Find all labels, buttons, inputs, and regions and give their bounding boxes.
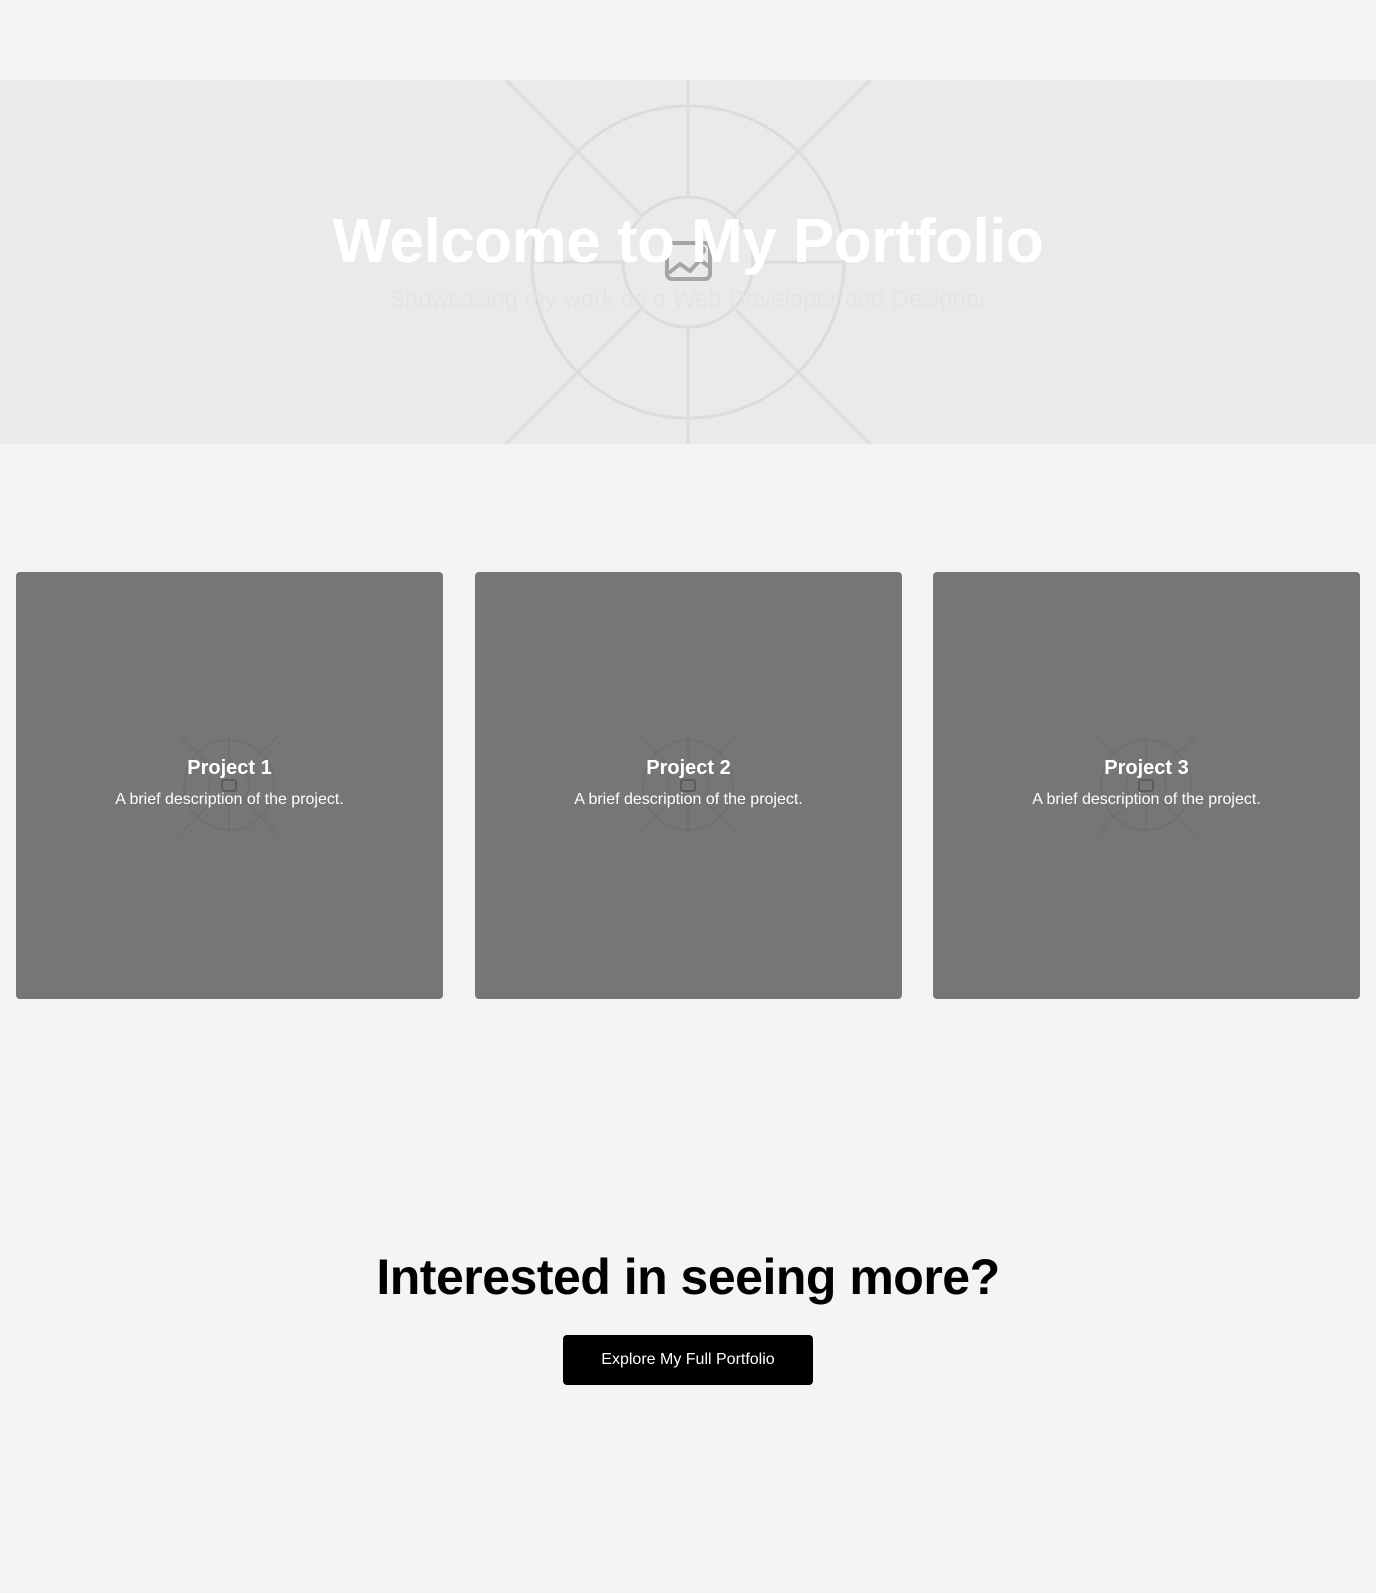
project-title: Project 3 xyxy=(1104,757,1189,779)
explore-portfolio-button[interactable]: Explore My Full Portfolio xyxy=(563,1335,813,1385)
cta-heading: Interested in seeing more? xyxy=(376,1249,1000,1305)
project-description: A brief description of the project. xyxy=(574,791,803,808)
project-description: A brief description of the project. xyxy=(115,791,344,808)
hero-title: Welcome to My Portfolio xyxy=(332,207,1044,276)
hero-subtitle: Showcasing my work as a Web Developer an… xyxy=(388,286,988,313)
hero-banner: Welcome to My Portfolio Showcasing my wo… xyxy=(0,80,1376,444)
project-description: A brief description of the project. xyxy=(1032,791,1261,808)
project-title: Project 2 xyxy=(646,757,731,779)
image-placeholder-icon xyxy=(179,735,279,835)
project-title: Project 1 xyxy=(187,757,272,779)
projects-grid: Project 1 A brief description of the pro… xyxy=(16,572,1360,999)
image-placeholder-icon xyxy=(638,735,738,835)
image-placeholder-icon xyxy=(1096,735,1196,835)
project-card-3[interactable]: Project 3 A brief description of the pro… xyxy=(933,572,1360,999)
project-card-2[interactable]: Project 2 A brief description of the pro… xyxy=(475,572,902,999)
project-card-1[interactable]: Project 1 A brief description of the pro… xyxy=(16,572,443,999)
